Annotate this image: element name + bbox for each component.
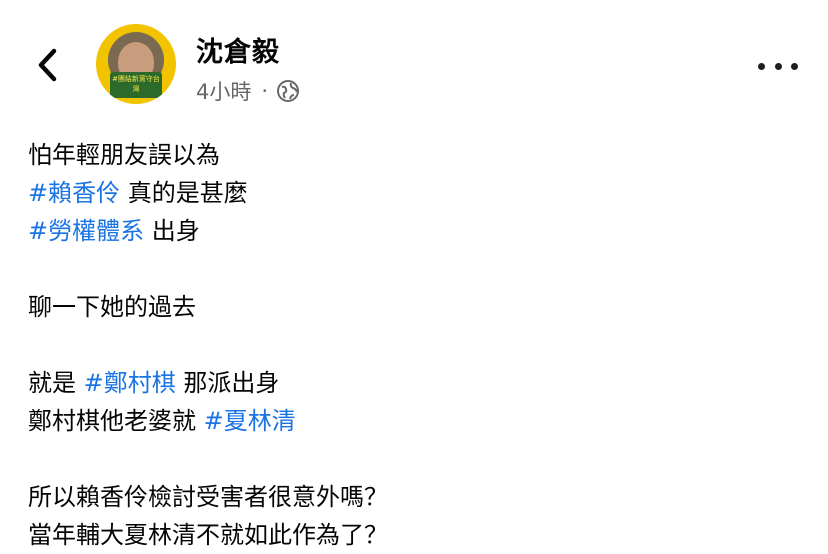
post-line: 怕年輕朋友誤以為 (28, 141, 220, 169)
post-line: #勞權體系 出身 (28, 217, 200, 245)
post-line: 聊一下她的過去 (28, 293, 196, 321)
post-line: 所以賴香伶檢討受害者很意外嗎？ (28, 483, 388, 511)
more-dots-icon (758, 62, 765, 70)
meta-separator: · (261, 79, 269, 103)
post-line: #賴香伶 真的是甚麼 (28, 179, 248, 207)
back-button[interactable] (28, 42, 68, 88)
post-meta: 4小時 · (196, 76, 300, 106)
globe-icon[interactable] (276, 79, 300, 103)
avatar[interactable]: #團結新黨守台灣 (96, 24, 176, 104)
more-options-button[interactable] (758, 58, 798, 74)
author-name[interactable]: 沈倉毅 (196, 30, 280, 69)
post-line: 鄭村棋他老婆就 #夏林清 (28, 407, 296, 435)
hashtag-link[interactable]: #勞權體系 (28, 217, 144, 245)
post-line: 當年輔大夏林清不就如此作為了？ (28, 521, 388, 549)
hashtag-link[interactable]: #夏林清 (204, 407, 296, 435)
hashtag-link[interactable]: #鄭村棋 (84, 369, 176, 397)
hashtag-link[interactable]: #賴香伶 (28, 179, 120, 207)
post-body: 怕年輕朋友誤以為 #賴香伶 真的是甚麼 #勞權體系 出身 聊一下她的過去 就是 … (28, 136, 800, 554)
post-line: 就是 #鄭村棋 那派出身 (28, 369, 280, 397)
chevron-left-icon (38, 48, 57, 82)
avatar-badge: #團結新黨守台灣 (110, 72, 162, 98)
timestamp[interactable]: 4小時 (196, 76, 251, 106)
